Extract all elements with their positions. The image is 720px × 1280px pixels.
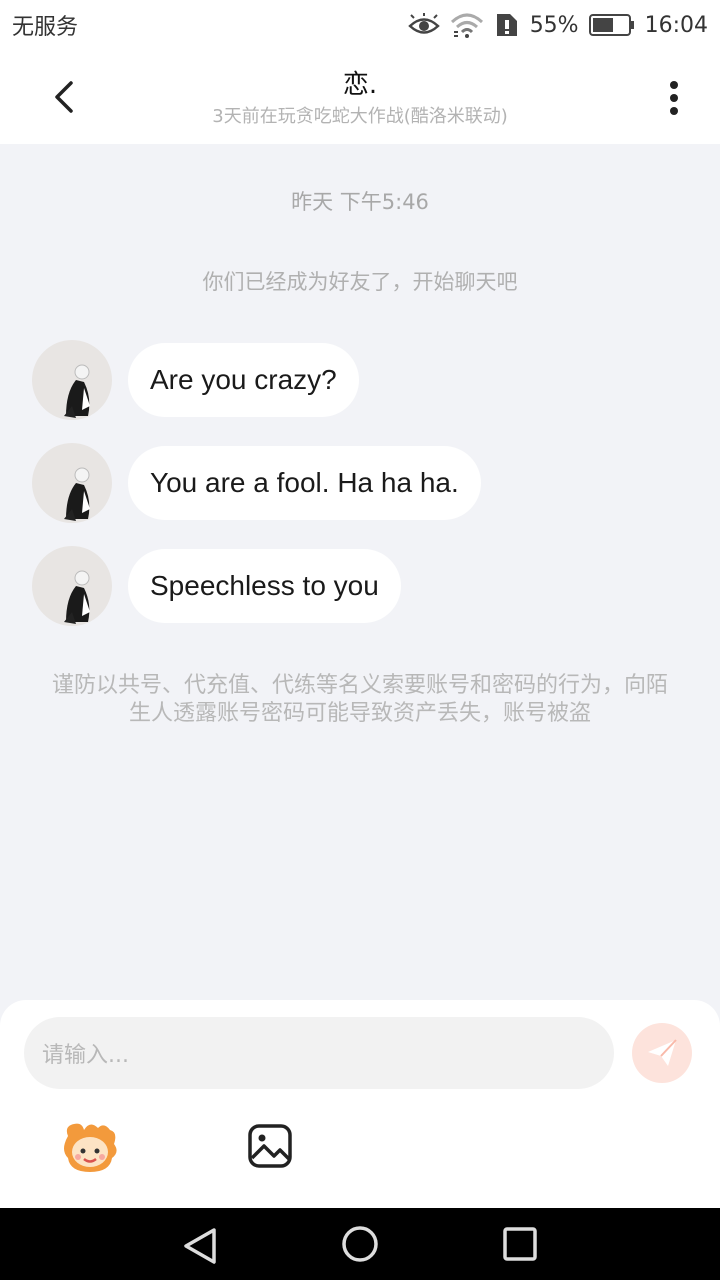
system-message: 你们已经成为好友了，开始聊天吧	[202, 270, 518, 294]
clock: 16:04	[644, 12, 708, 38]
nav-recent-button[interactable]	[502, 1226, 538, 1266]
nav-home-button[interactable]	[340, 1224, 380, 1268]
message-bubble[interactable]: Are you crazy?	[128, 343, 359, 417]
carrier-label: 无服务	[12, 15, 79, 40]
message-row: You are a fool. Ha ha ha.	[32, 443, 481, 523]
send-button[interactable]	[632, 1023, 692, 1083]
status-icons: 55% 16:04	[407, 12, 708, 38]
system-nav-bar	[0, 1208, 720, 1280]
send-icon	[648, 1039, 677, 1066]
status-bar: 无服务 55% 16:04	[0, 0, 720, 50]
avatar[interactable]	[32, 443, 112, 523]
nav-back-button[interactable]	[180, 1226, 220, 1270]
nav-back-icon	[184, 1228, 216, 1264]
wifi-icon	[450, 12, 484, 38]
chat-timestamp: 昨天 下午5:46	[291, 190, 429, 214]
emoji-button[interactable]	[60, 1118, 120, 1176]
message-input[interactable]: 请输入...	[24, 1017, 614, 1089]
battery-icon	[588, 13, 635, 37]
battery-percent: 55%	[529, 12, 579, 38]
more-icon	[670, 81, 678, 115]
avatar[interactable]	[32, 546, 112, 626]
message-row: Are you crazy?	[32, 340, 359, 420]
more-button[interactable]	[654, 76, 694, 120]
image-icon	[248, 1124, 292, 1168]
emoji-icon	[64, 1123, 117, 1172]
nav-home-icon	[342, 1226, 378, 1262]
page-subtitle: 3天前在玩贪吃蛇大作战(酷洛米联动)	[212, 106, 508, 127]
message-composer: 请输入...	[0, 1000, 720, 1208]
sim-alert-icon	[494, 12, 520, 38]
message-row: Speechless to you	[32, 546, 401, 626]
image-button[interactable]	[246, 1122, 294, 1170]
message-bubble[interactable]: Speechless to you	[128, 549, 401, 623]
avatar[interactable]	[32, 340, 112, 420]
nav-recent-icon	[503, 1227, 537, 1261]
page-title: 恋.	[342, 70, 378, 100]
eye-icon	[407, 13, 440, 37]
message-bubble[interactable]: You are a fool. Ha ha ha.	[128, 446, 481, 520]
chat-header: 恋. 3天前在玩贪吃蛇大作战(酷洛米联动)	[0, 50, 720, 144]
security-warning: 谨防以共号、代充值、代练等名义索要账号和密码的行为，向陌生人透露账号密码可能导致…	[52, 673, 669, 726]
